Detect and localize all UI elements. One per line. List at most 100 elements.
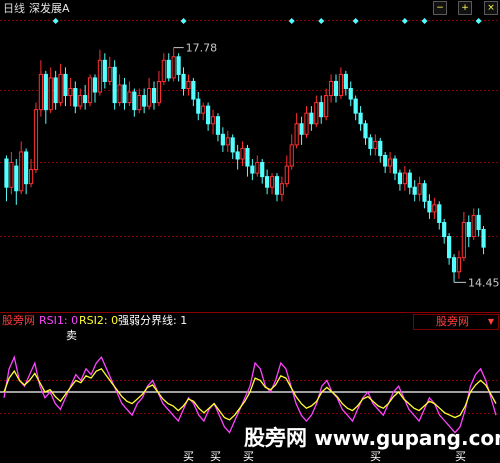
candle xyxy=(309,106,314,131)
watermark-url: www.gupang.com xyxy=(314,426,500,450)
stock-chart-window: 17.78 14.45 日线 深发展A − + × 股旁网 RSI1: 0 RS… xyxy=(0,0,500,463)
candle xyxy=(432,197,437,219)
candle xyxy=(265,169,270,195)
dropdown-arrow-icon[interactable]: ▼ xyxy=(488,315,494,329)
candle-body xyxy=(24,151,29,185)
candle xyxy=(314,95,319,128)
signal-diamond-icon xyxy=(52,18,59,24)
indicator-lines xyxy=(0,355,500,434)
candle-body xyxy=(4,158,9,188)
stock-name: 深发展A xyxy=(29,2,70,15)
candle-body xyxy=(63,73,68,97)
candle-body xyxy=(206,105,211,125)
candle xyxy=(279,176,284,202)
candle xyxy=(4,155,9,202)
candle-body xyxy=(412,186,417,195)
candle xyxy=(437,201,442,230)
candle xyxy=(87,74,93,107)
candle xyxy=(269,173,275,195)
candle xyxy=(378,137,383,163)
candle-body xyxy=(245,147,250,167)
candle xyxy=(442,218,447,244)
candle-body xyxy=(422,183,427,202)
candle xyxy=(333,74,339,103)
candle xyxy=(186,74,191,96)
watermark-text: 股旁网 xyxy=(244,426,307,450)
candle xyxy=(289,134,294,170)
period-label[interactable]: 日线 xyxy=(3,2,25,16)
candle-body xyxy=(319,102,324,118)
candle xyxy=(225,130,230,152)
candle-body xyxy=(215,116,221,135)
candle xyxy=(68,77,73,107)
candle xyxy=(132,88,137,117)
candle xyxy=(117,74,122,107)
candle-body xyxy=(442,221,447,238)
candle xyxy=(78,88,83,110)
candle xyxy=(48,67,53,114)
candle-body xyxy=(9,162,14,188)
signal-diamond-icon xyxy=(421,18,428,24)
candle xyxy=(422,180,427,209)
candle-body xyxy=(240,147,245,160)
candle-body xyxy=(48,77,53,111)
chart-canvas[interactable]: 17.78 14.45 xyxy=(0,0,500,463)
candle xyxy=(402,166,407,191)
candle xyxy=(151,81,157,110)
candle xyxy=(324,88,329,121)
candle-body xyxy=(33,109,39,171)
sell-signal-mark: 卖 xyxy=(66,329,77,342)
candle-body xyxy=(265,176,270,188)
candle xyxy=(14,159,19,205)
candle xyxy=(348,81,353,107)
candle-body xyxy=(28,169,34,185)
candle-body xyxy=(73,88,78,107)
candle xyxy=(456,250,462,279)
candle-body xyxy=(230,137,235,153)
candle xyxy=(417,176,422,202)
zoom-in-button[interactable]: + xyxy=(458,1,472,15)
candle-body xyxy=(368,137,373,149)
candle-body xyxy=(92,77,98,93)
candle-body xyxy=(314,102,319,125)
candle xyxy=(328,74,334,103)
zoom-out-button[interactable]: − xyxy=(433,1,447,15)
candle xyxy=(83,84,88,110)
candle-body xyxy=(417,183,422,195)
buy-signal-mark: 买 xyxy=(455,450,466,463)
candle-body xyxy=(260,162,265,178)
candle xyxy=(260,159,265,184)
candle-body xyxy=(191,80,196,100)
candle-body xyxy=(363,123,368,139)
candle-body xyxy=(481,229,486,248)
high-price-label: 17.78 xyxy=(186,42,218,55)
candle-body xyxy=(304,112,309,135)
candle-body xyxy=(324,95,329,118)
candle-body xyxy=(38,73,43,111)
candlestick-series xyxy=(4,47,486,283)
candle xyxy=(427,194,432,219)
candle-body xyxy=(181,73,186,90)
candle-body xyxy=(127,91,132,104)
candle-body xyxy=(83,95,88,104)
candle-body xyxy=(220,133,225,146)
candle-body xyxy=(196,98,201,114)
candle xyxy=(28,159,34,188)
split-line-value: 强弱分界线: 1 xyxy=(118,314,188,327)
candle xyxy=(9,151,14,195)
candle xyxy=(397,169,403,191)
indicator-selector[interactable]: 股旁网 ▼ xyxy=(413,314,499,330)
candle-body xyxy=(186,80,191,89)
candle-body xyxy=(299,123,304,135)
candle-body xyxy=(117,84,122,104)
candle xyxy=(63,67,68,107)
signal-diamond-icon xyxy=(288,18,295,24)
candle xyxy=(97,49,103,96)
candle-body xyxy=(333,80,339,97)
candle-body xyxy=(402,172,407,185)
candle-body xyxy=(383,154,388,167)
candle xyxy=(137,88,142,114)
signal-diamond-icon xyxy=(475,18,482,24)
close-button[interactable]: × xyxy=(484,1,498,15)
candle-body xyxy=(146,88,152,107)
